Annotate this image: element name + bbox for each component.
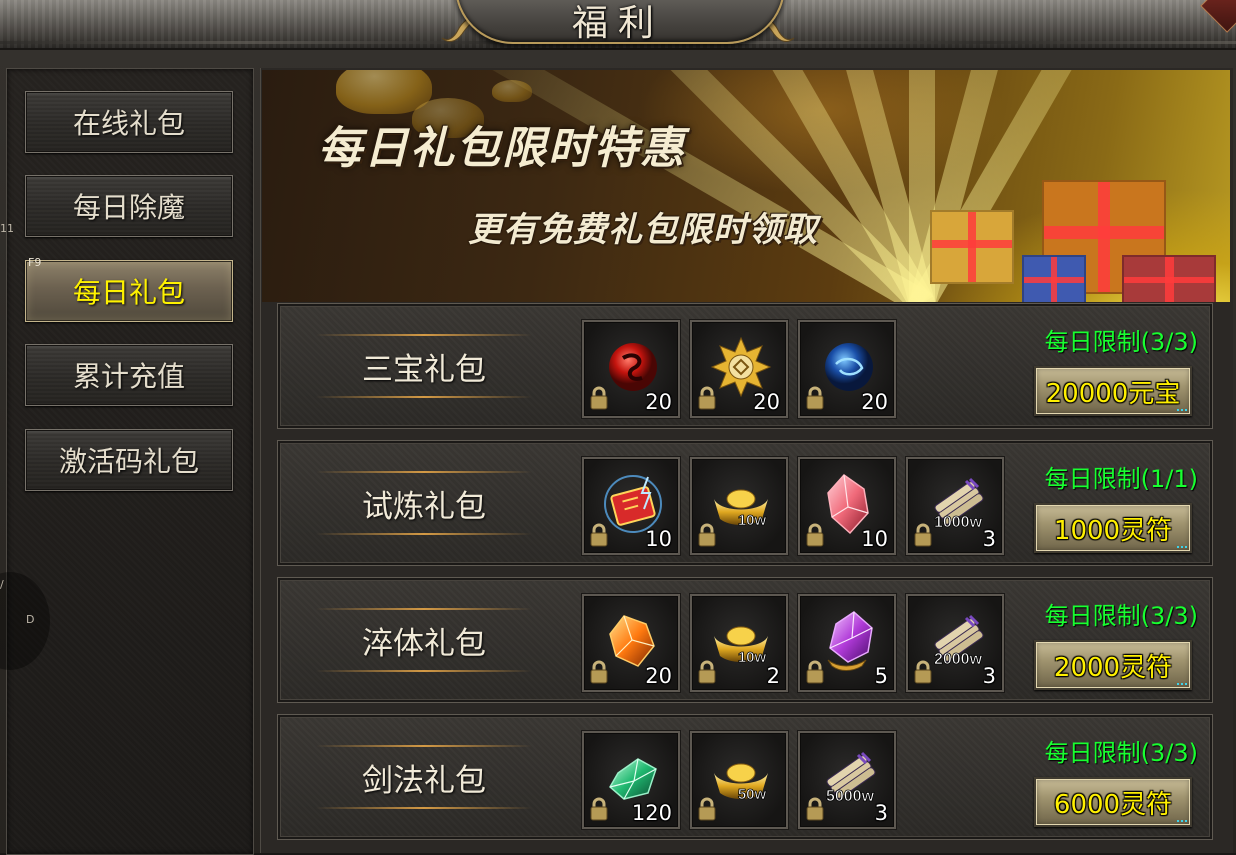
edge-fragment-bottom: D <box>26 613 35 626</box>
lock-icon <box>806 797 824 821</box>
item-slot[interactable]: 120 <box>582 731 680 829</box>
gift-box-icon <box>1022 255 1086 302</box>
item-slot[interactable]: 10w <box>690 457 788 555</box>
lock-icon <box>698 523 716 547</box>
gift-box-icon <box>930 210 1014 284</box>
sidebar-item-cumulative-recharge[interactable]: 累计充值 <box>25 344 233 406</box>
pack-name: 淬体礼包 <box>286 586 562 694</box>
item-overlay-label: 2000w <box>934 651 983 668</box>
pack-row-sanbao: 三宝礼包 20 20 20 每日限制(3/3) 20000元宝 <box>277 303 1213 429</box>
item-slot[interactable]: 1000w 3 <box>906 457 1004 555</box>
item-slot[interactable]: 2000w 3 <box>906 594 1004 692</box>
promo-banner <box>262 70 1230 302</box>
sidebar-item-activation-code[interactable]: 激活码礼包 <box>25 429 233 491</box>
daily-limit-text: 每日限制(3/3) <box>1044 328 1198 356</box>
pack-row-trial: 试炼礼包 10 10w 10 1000w 3 每日限制(1/1) 1000灵符 <box>277 440 1213 566</box>
lock-icon <box>806 660 824 684</box>
daily-limit-text: 每日限制(3/3) <box>1044 602 1198 630</box>
gift-box-icon <box>1122 255 1216 302</box>
buy-button[interactable]: 6000灵符 <box>1034 777 1192 827</box>
item-slot[interactable]: 20 <box>690 320 788 418</box>
sidebar-item-online-gift[interactable]: 在线礼包 <box>25 91 233 153</box>
lock-icon <box>590 797 608 821</box>
pack-name: 试炼礼包 <box>286 449 562 557</box>
item-slot[interactable]: 50w <box>690 731 788 829</box>
item-quantity: 10 <box>645 527 672 551</box>
item-slot[interactable]: 10 <box>582 457 680 555</box>
item-slot[interactable]: 5000w 3 <box>798 731 896 829</box>
hotkey-badge: F9 <box>28 256 42 269</box>
item-quantity: 20 <box>645 664 672 688</box>
buy-button[interactable]: 1000灵符 <box>1034 503 1192 553</box>
daily-limit-text: 每日限制(3/3) <box>1044 739 1198 767</box>
item-quantity: 120 <box>631 801 672 825</box>
item-quantity: 10 <box>861 527 888 551</box>
buy-button[interactable]: 20000元宝 <box>1034 366 1192 416</box>
item-quantity: 3 <box>982 664 996 688</box>
pack-name: 三宝礼包 <box>286 312 562 420</box>
item-slot[interactable]: 20 <box>798 320 896 418</box>
item-slot[interactable]: 10w 2 <box>690 594 788 692</box>
item-slot[interactable]: 10 <box>798 457 896 555</box>
item-overlay-label: 10w <box>738 649 767 666</box>
lock-icon <box>806 523 824 547</box>
pack-name: 剑法礼包 <box>286 723 562 831</box>
lock-icon <box>590 523 608 547</box>
item-overlay-label: 10w <box>738 512 767 529</box>
item-overlay-label: 1000w <box>934 514 983 531</box>
item-quantity: 20 <box>753 390 780 414</box>
item-slot[interactable]: 20 <box>582 320 680 418</box>
item-slot[interactable]: 20 <box>582 594 680 692</box>
item-quantity: 3 <box>982 527 996 551</box>
lock-icon <box>590 660 608 684</box>
lock-icon <box>698 797 716 821</box>
lock-icon <box>914 660 932 684</box>
banner-subtitle: 更有免费礼包限时领取 <box>468 210 818 250</box>
item-quantity: 5 <box>874 664 888 688</box>
pack-row-tempering: 淬体礼包 20 10w 2 5 2000w 3 每日限制(3/3) 2000灵符 <box>277 577 1213 703</box>
item-slot[interactable]: 5 <box>798 594 896 692</box>
buy-button[interactable]: 2000灵符 <box>1034 640 1192 690</box>
edge-fragment-mid: / <box>0 578 4 591</box>
pack-row-swordsmanship: 剑法礼包 120 50w 5000w 3 每日限制(3/3) 6000灵符 <box>277 714 1213 840</box>
lock-icon <box>806 386 824 410</box>
lock-icon <box>698 660 716 684</box>
item-quantity: 20 <box>645 390 672 414</box>
item-quantity: 2 <box>766 664 780 688</box>
sidebar-item-daily-demon[interactable]: 每日除魔 <box>25 175 233 237</box>
item-quantity: 20 <box>861 390 888 414</box>
banner-title: 每日礼包限时特惠 <box>318 123 686 174</box>
item-quantity: 3 <box>874 801 888 825</box>
item-overlay-label: 5000w <box>826 788 875 805</box>
lock-icon <box>914 523 932 547</box>
lock-icon <box>590 386 608 410</box>
item-overlay-label: 50w <box>738 786 767 803</box>
lock-icon <box>698 386 716 410</box>
window-title: 福利 <box>571 3 664 44</box>
sidebar-item-daily-gift[interactable]: 每日礼包 <box>25 260 233 322</box>
daily-limit-text: 每日限制(1/1) <box>1044 465 1198 493</box>
edge-fragment-top: 11 <box>0 222 14 235</box>
